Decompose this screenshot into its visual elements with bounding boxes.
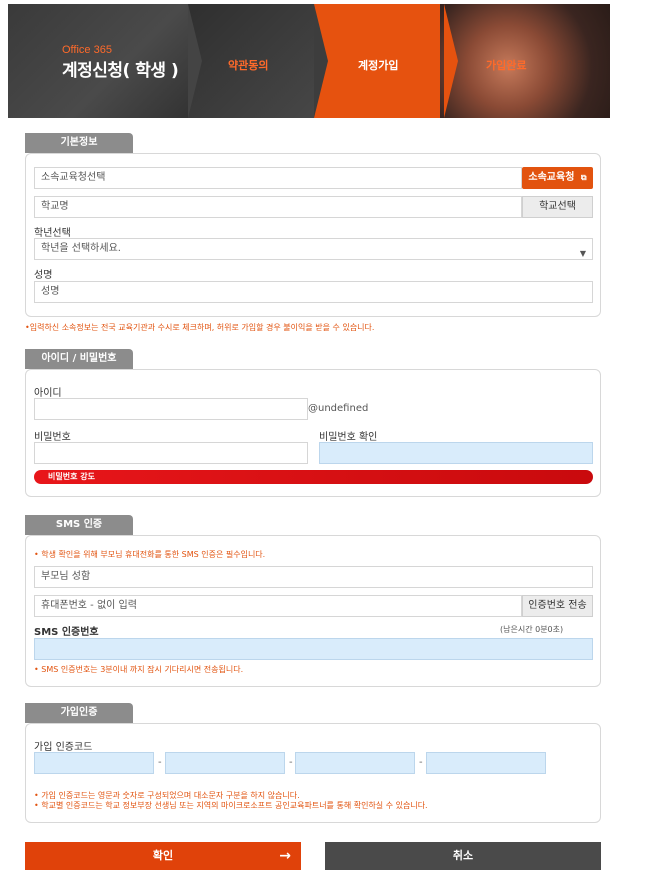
edu-office-button[interactable]: 소속교육청 ⧉ — [522, 167, 593, 189]
name-label: 성명 — [34, 270, 53, 281]
phone-field[interactable]: 휴대폰번호 - 없이 입력 — [34, 595, 522, 617]
join-code-part-2[interactable] — [165, 752, 285, 774]
school-field[interactable]: 학교명 — [34, 196, 522, 218]
id-label: 아이디 — [34, 388, 62, 399]
chevron-icon — [314, 4, 328, 118]
dash-separator: - — [158, 757, 162, 768]
confirm-button-label: 확인 — [152, 849, 174, 862]
arrow-right-icon: → — [279, 848, 291, 864]
section-tab-sms: SMS 인증 — [25, 515, 133, 535]
basic-notice: •입력하신 소속정보는 전국 교육기관과 수시로 체크하며, 허위로 가입할 경… — [25, 323, 375, 332]
dash-separator: - — [289, 757, 293, 768]
brand-label: Office 365 — [62, 44, 112, 56]
edu-office-button-label: 소속교육청 — [528, 172, 575, 183]
join-code-part-1[interactable] — [34, 752, 154, 774]
parent-name-field[interactable]: 부모님 성함 — [34, 566, 593, 588]
password-confirm-label: 비밀번호 확인 — [319, 432, 378, 443]
password-strength-label: 비밀번호 강도 — [48, 472, 95, 481]
popup-icon: ⧉ — [580, 173, 587, 182]
section-tab-basic: 기본정보 — [25, 133, 133, 153]
step-done: 가입완료 — [486, 59, 527, 72]
header-banner: Office 365 계정신청( 학생 ) 약관동의 계정가입 가입완료 — [8, 4, 610, 118]
school-select-button[interactable]: 학교선택 — [522, 196, 593, 218]
send-code-button[interactable]: 인증번호 전송 — [522, 595, 593, 617]
domain-suffix: @undefined — [308, 403, 369, 414]
step-agree: 약관동의 — [228, 59, 269, 72]
sms-code-notice: • SMS 인증번호는 3분이내 까지 잠시 기다리시면 전송됩니다. — [34, 665, 244, 674]
join-code-part-3[interactable] — [295, 752, 415, 774]
section-join: 가입 인증코드 - - - • 가입 인증코드는 영문과 숫자로 구성되었으며 … — [25, 723, 601, 823]
grade-select-value: 학년을 선택하세요. — [41, 243, 121, 254]
grade-select[interactable]: 학년을 선택하세요. ▼ — [34, 238, 593, 260]
edu-office-field[interactable]: 소속교육청선택 — [34, 167, 522, 189]
dash-separator: - — [419, 757, 423, 768]
remaining-time: (남은시간 0분0초) — [500, 625, 564, 634]
chevron-icon — [188, 4, 202, 118]
join-notice-2: • 학교별 인증코드는 학교 정보부장 선생님 또는 지역의 마이크로소프트 공… — [34, 801, 428, 810]
password-confirm-field[interactable] — [319, 442, 593, 464]
name-field[interactable]: 성명 — [34, 281, 593, 303]
chevron-down-icon: ▼ — [579, 249, 586, 258]
grade-label: 학년선택 — [34, 228, 71, 239]
section-tab-join: 가입인증 — [25, 703, 133, 723]
join-code-label: 가입 인증코드 — [34, 742, 93, 753]
section-sms: • 학생 확인을 위해 부모님 휴대전화를 통한 SMS 인증은 필수입니다. … — [25, 535, 601, 687]
password-strength-bar: 비밀번호 강도 — [34, 470, 593, 484]
password-label: 비밀번호 — [34, 432, 71, 443]
password-field[interactable] — [34, 442, 308, 464]
join-code-part-4[interactable] — [426, 752, 546, 774]
chevron-icon — [444, 4, 458, 118]
section-basic: 소속교육청선택 소속교육청 ⧉ 학교명 학교선택 학년선택 학년을 선택하세요.… — [25, 153, 601, 317]
sms-code-label: SMS 인증번호 — [34, 627, 99, 638]
section-account: 아이디 @undefined 비밀번호 비밀번호 확인 비밀번호 강도 — [25, 369, 601, 497]
sms-code-field[interactable] — [34, 638, 593, 660]
step-join: 계정가입 — [358, 59, 399, 72]
page-title: 계정신청( 학생 ) — [62, 61, 179, 81]
section-tab-account: 아이디 / 비밀번호 — [25, 349, 133, 369]
id-field[interactable] — [34, 398, 308, 420]
confirm-button[interactable]: 확인 → — [25, 842, 301, 870]
sms-notice: • 학생 확인을 위해 부모님 휴대전화를 통한 SMS 인증은 필수입니다. — [34, 550, 266, 559]
cancel-button[interactable]: 취소 — [325, 842, 601, 870]
